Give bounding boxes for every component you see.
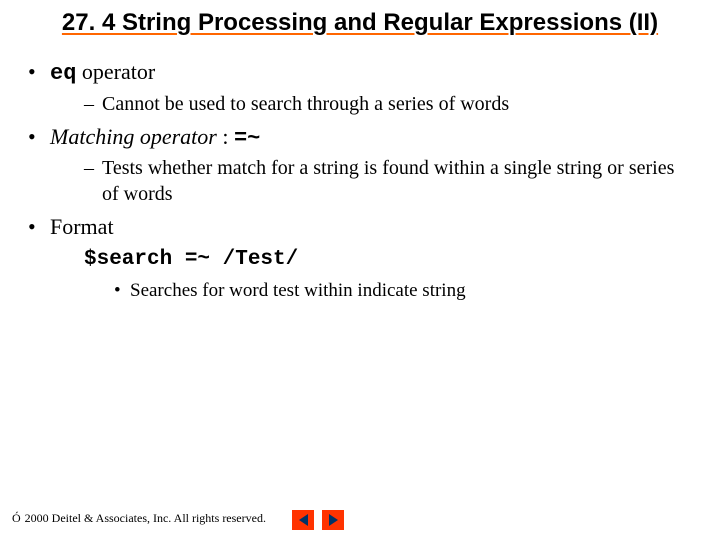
text-format: Format <box>50 214 114 239</box>
nav-buttons <box>292 510 344 530</box>
code-eq: eq <box>50 61 76 86</box>
sublist-eq: Cannot be used to search through a serie… <box>50 91 692 117</box>
bullet-format: Format <box>28 213 692 242</box>
sub-eq-cannot: Cannot be used to search through a serie… <box>84 91 692 117</box>
prev-button[interactable] <box>292 510 314 530</box>
slide: 27. 4 String Processing and Regular Expr… <box>0 0 720 540</box>
footer: Ó 2000 Deitel & Associates, Inc. All rig… <box>12 511 266 526</box>
sub-matching-tests: Tests whether match for a string is foun… <box>84 155 692 207</box>
bullet-list: eq operator Cannot be used to search thr… <box>28 58 692 242</box>
bullet-eq-operator: eq operator Cannot be used to search thr… <box>28 58 692 117</box>
slide-body: eq operator Cannot be used to search thr… <box>0 38 720 304</box>
next-button[interactable] <box>322 510 344 530</box>
text-matching-operator: Matching operator <box>50 124 217 149</box>
copyright-symbol: Ó <box>12 511 21 526</box>
arrow-right-icon <box>329 514 338 526</box>
sub-format-searches: Searches for word test within indicate s… <box>114 279 692 304</box>
bullet-matching-operator: Matching operator : =~ Tests whether mat… <box>28 123 692 208</box>
footer-text: 2000 Deitel & Associates, Inc. All right… <box>25 511 266 526</box>
arrow-left-icon <box>299 514 308 526</box>
code-example: $search =~ /Test/ <box>84 246 692 273</box>
sublist-matching: Tests whether match for a string is foun… <box>50 155 692 207</box>
text-operator: operator <box>76 59 155 84</box>
text-colon: : <box>217 124 234 149</box>
sublist-format: Searches for word test within indicate s… <box>84 279 692 304</box>
code-match-op: =~ <box>234 126 260 151</box>
slide-title: 27. 4 String Processing and Regular Expr… <box>0 0 720 38</box>
